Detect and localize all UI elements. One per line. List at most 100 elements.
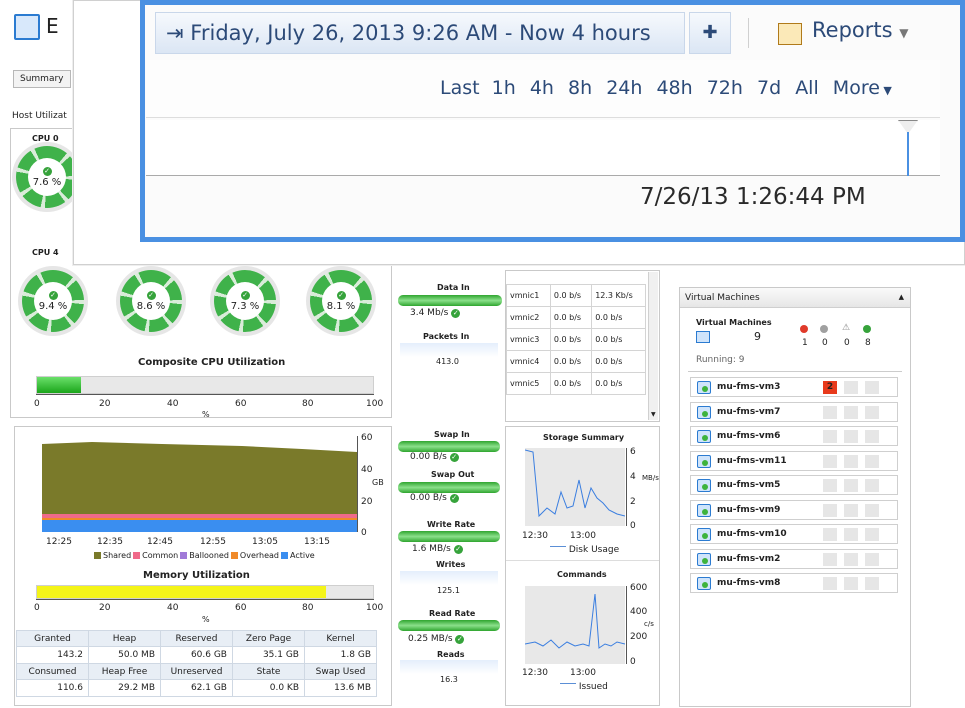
vm-divider <box>688 371 902 372</box>
quick-72h[interactable]: 72h <box>707 77 743 99</box>
axis-tick: 60 <box>235 399 247 409</box>
vm-name: mu-fms-vm8 <box>717 578 781 588</box>
vm-row[interactable]: mu-fms-vm2 <box>690 548 898 569</box>
storage-y-axis <box>626 448 627 526</box>
cpu0-value: 7.6 % <box>32 177 62 188</box>
cpu0-gauge: ✓ 7.6 % <box>16 146 78 208</box>
quick-1h[interactable]: 1h <box>492 77 516 99</box>
gauge-value: 7.3 % <box>230 301 260 312</box>
time-range-text: Friday, July 26, 2013 9:26 AM - Now 4 ho… <box>190 21 651 45</box>
nic-val: 0.0 b/s <box>591 350 646 373</box>
storage-divider <box>506 560 659 561</box>
legend-label: Ballooned <box>189 551 229 560</box>
quick-48h[interactable]: 48h <box>656 77 692 99</box>
y-tick: 60 <box>361 433 373 443</box>
data-in-value: 3.4 Mb/s ✓ <box>410 308 461 318</box>
vm-row[interactable]: mu-fms-vm7 <box>690 401 898 422</box>
cpu0-label: CPU 0 <box>32 134 59 143</box>
vm-icon <box>697 577 711 590</box>
quick-all[interactable]: All <box>795 77 819 99</box>
reports-label: Reports <box>812 18 893 42</box>
quick-more[interactable]: More <box>833 77 880 99</box>
axis-tick: 0 <box>34 399 40 409</box>
x-tick: 13:00 <box>570 668 596 678</box>
alert-slot <box>844 479 858 492</box>
metric-value: 35.1 GB <box>232 646 305 664</box>
vm-row[interactable]: mu-fms-vm9 <box>690 499 898 520</box>
composite-cpu-fill <box>37 377 81 393</box>
quick-24h[interactable]: 24h <box>606 77 642 99</box>
bar-tick: 80 <box>302 603 314 613</box>
vm-name: mu-fms-vm5 <box>717 480 781 490</box>
vm-name: mu-fms-vm3 <box>717 382 781 392</box>
tab-summary[interactable]: Summary <box>13 70 71 88</box>
quick-range-links: Last 1h 4h 8h 24h 48h 72h 7d All More ▼ <box>440 77 892 99</box>
y-unit: GB <box>372 478 384 487</box>
alert-slot <box>844 552 858 566</box>
commands-legend: Issued <box>560 682 608 692</box>
y-tick: 400 <box>630 607 648 617</box>
time-range-button[interactable]: ⇥ Friday, July 26, 2013 9:26 AM - Now 4 … <box>155 12 685 54</box>
vm-row[interactable]: mu-fms-vm3 2 <box>690 377 898 397</box>
ok-icon: ✓ <box>453 545 463 554</box>
metric-header: Granted <box>16 630 89 647</box>
vm-row[interactable]: mu-fms-vm5 <box>690 475 898 495</box>
ok-icon: ✓ <box>240 291 250 300</box>
memory-chart <box>42 442 357 532</box>
reports-menu[interactable]: Reports ▼ <box>812 18 908 42</box>
alert-slot <box>844 430 858 443</box>
metric-header: Zero Page <box>232 630 305 647</box>
alert-slot <box>865 430 879 443</box>
y-tick: 200 <box>630 632 648 642</box>
quick-7d[interactable]: 7d <box>757 77 781 99</box>
vm-row[interactable]: mu-fms-vm10 <box>690 524 898 544</box>
writes-value: 125.1 <box>437 586 460 595</box>
legend-swatch <box>133 552 141 559</box>
toolbar-separator <box>748 18 749 48</box>
alert-slot <box>844 405 858 419</box>
vm-row[interactable]: mu-fms-vm6 <box>690 426 898 446</box>
vm-panel-header[interactable]: Virtual Machines ▲ <box>680 288 910 308</box>
pin-icon[interactable]: ✚ <box>689 12 731 54</box>
memory-y-axis <box>357 436 358 532</box>
scroll-down-icon[interactable]: ▼ <box>651 411 656 418</box>
packets-in-value: 413.0 <box>436 357 459 366</box>
critical-count: 1 <box>802 338 808 348</box>
legend-swatch <box>230 552 238 559</box>
collapse-icon[interactable]: ▲ <box>899 293 904 301</box>
nic-scrollbar[interactable]: ▼ <box>648 272 658 420</box>
running-count: Running: 9 <box>696 355 745 365</box>
quick-4h[interactable]: 4h <box>530 77 554 99</box>
timeline-track[interactable] <box>146 120 940 176</box>
host-util-title: Host Utilizat <box>12 111 67 121</box>
alert-slot <box>865 405 879 419</box>
write-rate-text: 1.6 MB/s <box>412 544 451 554</box>
nic-val: 0.0 b/s <box>549 328 593 351</box>
vm-row[interactable]: mu-fms-vm11 <box>690 450 898 471</box>
nic-val: 0.0 b/s <box>549 284 593 307</box>
bar-tick: 60 <box>235 603 247 613</box>
alert-count-badge[interactable]: 2 <box>823 381 837 394</box>
vm-icon <box>697 503 711 517</box>
quick-8h[interactable]: 8h <box>568 77 592 99</box>
swap-in-bar <box>398 441 500 452</box>
vm-row[interactable]: mu-fms-vm8 <box>690 573 898 593</box>
axis-tick: 20 <box>99 399 111 409</box>
memory-bar-axis <box>36 599 374 600</box>
vm-name: mu-fms-vm2 <box>717 553 781 564</box>
vm-panel <box>679 287 911 707</box>
legend-label: Common <box>142 551 179 560</box>
y-tick: 0 <box>361 528 367 538</box>
gauge-value: 8.6 % <box>136 301 166 312</box>
vm-name: mu-fms-vm6 <box>717 431 781 441</box>
more-dropdown-icon: ▼ <box>879 84 892 97</box>
y-tick: 600 <box>630 583 648 593</box>
packets-sparkline <box>400 343 498 357</box>
x-tick: 13:05 <box>252 537 278 547</box>
legend-swatch <box>94 552 101 559</box>
table-row: vmnic5 0.0 b/s 0.0 b/s <box>506 372 646 395</box>
alert-slot <box>844 528 858 541</box>
writes-sparkline <box>400 571 498 585</box>
y-tick: 0 <box>630 521 636 531</box>
cpu-gauge: ✓ 7.3 % <box>214 270 276 332</box>
